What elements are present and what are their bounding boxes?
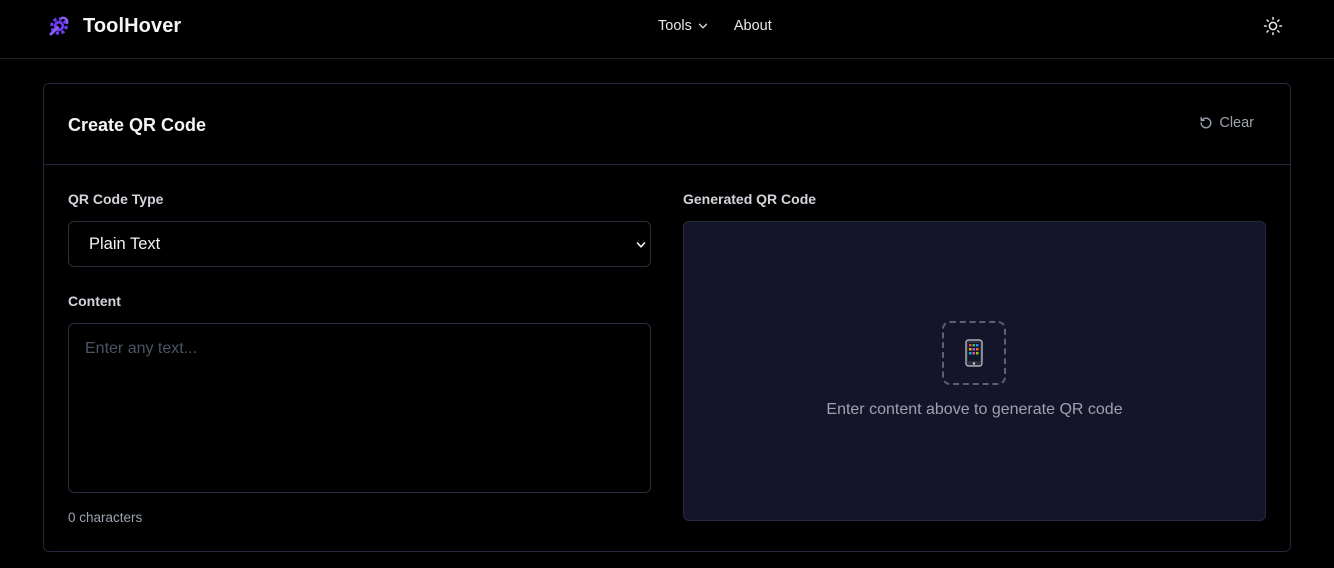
chevron-down-icon [636,242,646,248]
nav-about-label: About [733,18,772,34]
page-title: Create QR Code [68,115,207,135]
qr-type-select[interactable]: Plain Text [68,221,651,267]
generated-qr-label: Generated QR Code [683,191,817,207]
sun-icon [1263,16,1283,36]
mobile-phone-icon [965,339,983,367]
card-header: Create QR Code Clear [44,84,1290,165]
chevron-down-icon [698,23,708,29]
content-textarea[interactable] [68,323,651,493]
theme-toggle-button[interactable] [1263,16,1283,36]
qr-type-selected-value: Plain Text [89,234,161,253]
nav-about-link[interactable]: About [734,18,772,34]
content-label: Content [68,293,121,309]
clear-button[interactable]: Clear [1199,115,1254,131]
qr-placeholder-box [942,321,1006,385]
nav-tools-label: Tools [658,18,692,34]
brand-logo-link[interactable]: ToolHover [47,13,181,39]
rotate-ccw-icon [1200,116,1212,129]
qr-generator-card: Create QR Code Clear QR Code Type Plain … [43,83,1291,552]
main-nav: Tools About [658,17,772,35]
qr-placeholder-hint: Enter content above to generate QR code [826,401,1123,418]
qr-type-label: QR Code Type [68,191,164,207]
brand-name: ToolHover [83,14,182,37]
top-navbar: ToolHover Tools About [0,0,1334,59]
clear-button-label: Clear [1219,115,1254,131]
qr-preview-panel: Enter content above to generate QR code [683,221,1266,521]
character-count: 0 characters [68,510,143,525]
nav-tools-dropdown[interactable]: Tools [658,18,708,34]
wrench-cog-icon [49,16,69,36]
